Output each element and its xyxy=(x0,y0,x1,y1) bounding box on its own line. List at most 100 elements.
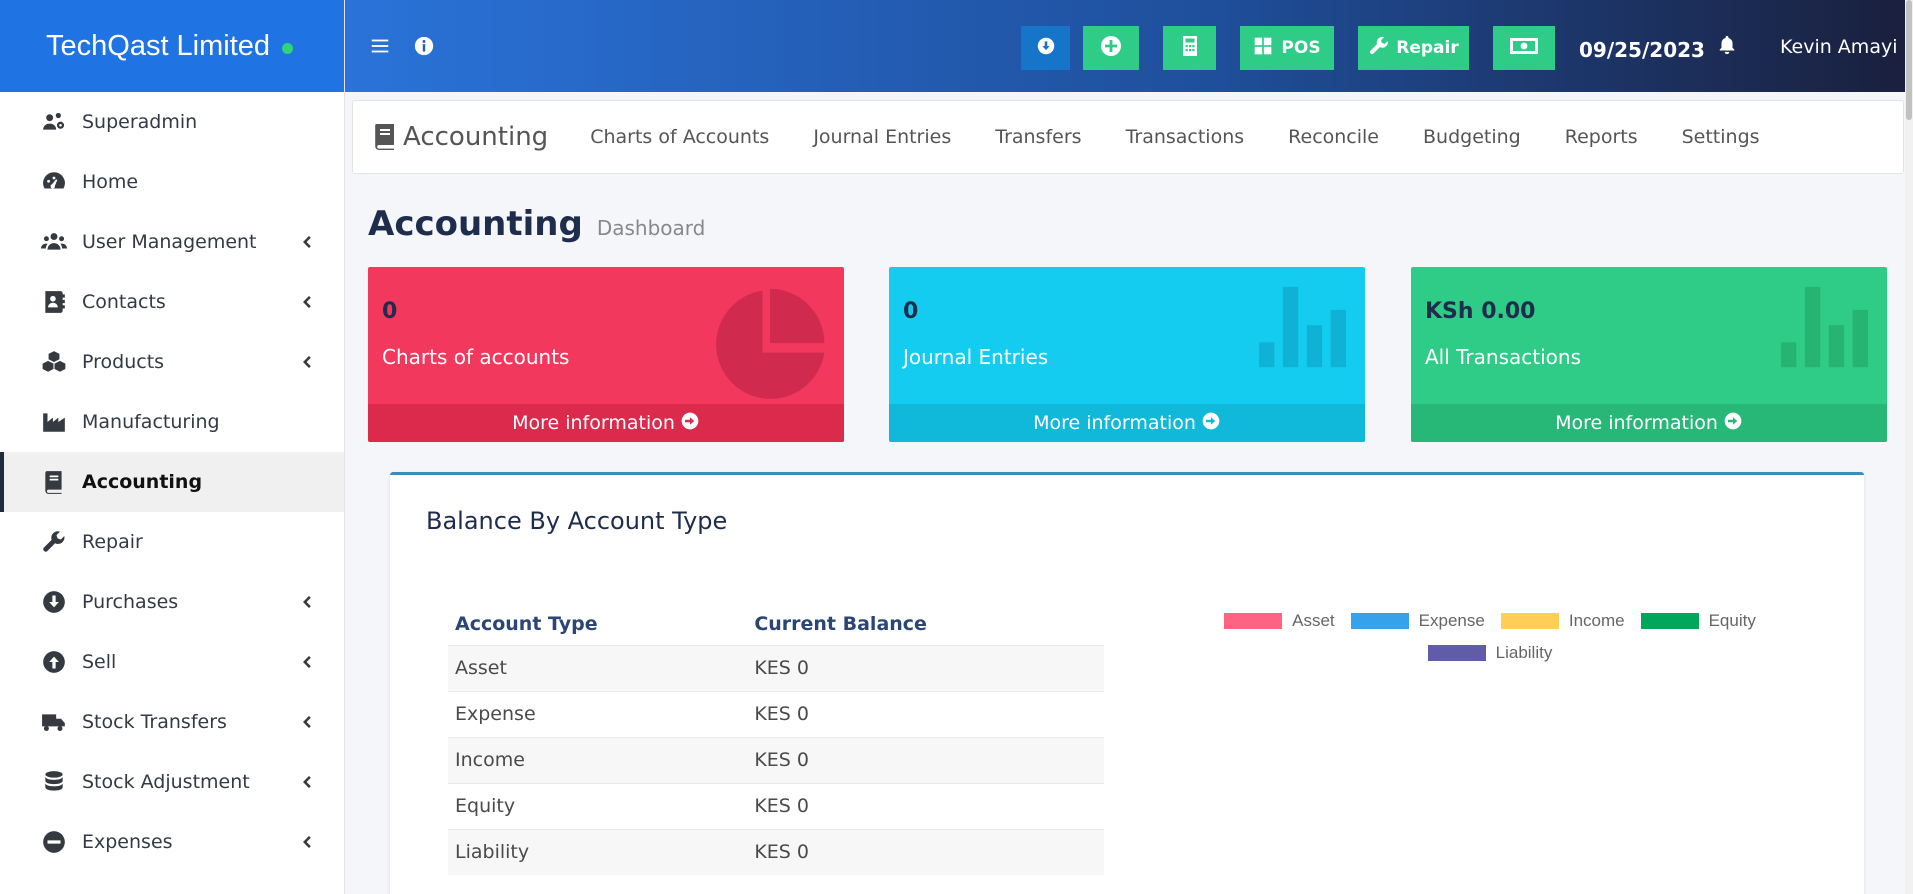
sidebar-item-purchases[interactable]: Purchases xyxy=(0,572,344,632)
sidebar-item-manufacturing[interactable]: Manufacturing xyxy=(0,392,344,452)
more-information-label: More information xyxy=(1033,412,1196,434)
book-icon xyxy=(40,468,68,496)
sidebar-item-contacts[interactable]: Contacts xyxy=(0,272,344,332)
money-bill-icon xyxy=(1509,36,1539,61)
tab-charts-of-accounts[interactable]: Charts of Accounts xyxy=(590,126,769,148)
legend-item-asset[interactable]: Asset xyxy=(1224,611,1335,631)
balance-cell: KES 0 xyxy=(747,736,1104,783)
page-scrollbar[interactable] xyxy=(1905,0,1913,894)
more-information-link[interactable]: More information xyxy=(368,404,844,442)
sidebar-item-home[interactable]: Home xyxy=(0,152,344,212)
pos-button[interactable]: POS xyxy=(1240,26,1334,70)
more-information-link[interactable]: More information xyxy=(1411,404,1887,442)
current-date: 09/25/2023 xyxy=(1579,38,1705,62)
all-transactions-box: KSh 0.00 All Transactions More informati… xyxy=(1411,267,1887,442)
box-value: 0 xyxy=(903,299,919,324)
page-header: Accounting Dashboard xyxy=(368,204,705,244)
chevron-left-icon xyxy=(298,654,314,670)
balance-by-account-type-card: Balance By Account Type Account Type Cur… xyxy=(390,472,1864,894)
tab-reports[interactable]: Reports xyxy=(1565,126,1638,148)
arrow-circle-down-icon xyxy=(40,588,68,616)
sidebar-item-label: Purchases xyxy=(82,591,179,613)
chevron-left-icon xyxy=(298,234,314,250)
sidebar-item-products[interactable]: Products xyxy=(0,332,344,392)
database-icon xyxy=(40,768,68,796)
more-information-link[interactable]: More information xyxy=(889,404,1365,442)
tab-transfers[interactable]: Transfers xyxy=(995,126,1081,148)
chevron-left-icon xyxy=(298,294,314,310)
tachometer-icon xyxy=(40,168,68,196)
page-subtitle: Dashboard xyxy=(596,216,706,240)
legend-swatch xyxy=(1350,613,1409,629)
legend-label: Asset xyxy=(1292,611,1335,630)
sidebar-item-sell[interactable]: Sell xyxy=(0,632,344,692)
brand-logo[interactable]: TechQast Limited xyxy=(0,0,344,92)
add-button[interactable] xyxy=(1083,26,1139,70)
sidebar-item-expenses[interactable]: Expenses xyxy=(0,812,344,872)
info-icon[interactable] xyxy=(413,35,435,57)
sidebar-item-accounting[interactable]: Accounting xyxy=(0,452,344,512)
legend-swatch xyxy=(1427,645,1486,661)
calculator-button[interactable] xyxy=(1163,26,1216,70)
tab-settings[interactable]: Settings xyxy=(1682,126,1760,148)
tab-journal-entries[interactable]: Journal Entries xyxy=(813,126,951,148)
table-header-row: Account Type Current Balance xyxy=(448,603,1104,646)
bar-chart-icon xyxy=(1255,285,1351,376)
sidebar-item-user-management[interactable]: User Management xyxy=(0,212,344,272)
scrollbar-thumb[interactable] xyxy=(1906,0,1912,120)
box-value: KSh 0.00 xyxy=(1425,299,1536,324)
legend-label: Equity xyxy=(1708,611,1756,630)
balance-cell: KES 0 xyxy=(747,782,1104,829)
hamburger-menu-icon[interactable] xyxy=(369,35,391,57)
journal-entries-box: 0 Journal Entries More information xyxy=(889,267,1365,442)
legend-item-equity[interactable]: Equity xyxy=(1640,611,1756,631)
table-row: Equity KES 0 xyxy=(448,782,1104,829)
arrow-circle-right-icon xyxy=(1196,411,1221,436)
users-cog-icon xyxy=(40,108,68,136)
sidebar-menu: Superadmin Home User Management Contacts… xyxy=(0,92,344,872)
sidebar-item-label: Repair xyxy=(82,531,143,553)
download-button[interactable] xyxy=(1021,26,1070,70)
chart-legend: Asset Expense Income Equity Liability xyxy=(1180,611,1800,663)
tab-budgeting[interactable]: Budgeting xyxy=(1423,126,1521,148)
tab-transactions[interactable]: Transactions xyxy=(1126,126,1245,148)
sidebar-item-label: Expenses xyxy=(82,831,173,853)
address-book-icon xyxy=(40,288,68,316)
column-header-account-type: Account Type xyxy=(448,603,748,646)
sidebar-item-label: User Management xyxy=(82,231,257,253)
box-caption: Charts of accounts xyxy=(382,345,570,369)
more-information-label: More information xyxy=(1555,412,1718,434)
book-icon xyxy=(375,124,394,150)
sidebar-item-label: Superadmin xyxy=(82,111,198,133)
pie-chart-icon xyxy=(708,285,830,412)
arrow-circle-up-icon xyxy=(40,648,68,676)
th-large-icon xyxy=(1253,36,1281,61)
repair-button[interactable]: Repair xyxy=(1358,26,1469,70)
sidebar-item-stock-transfers[interactable]: Stock Transfers xyxy=(0,692,344,752)
legend-item-expense[interactable]: Expense xyxy=(1350,611,1485,631)
tab-reconcile[interactable]: Reconcile xyxy=(1288,126,1379,148)
subnav-title[interactable]: Accounting xyxy=(353,122,548,152)
chevron-left-icon xyxy=(298,714,314,730)
user-menu[interactable]: Kevin Amayi xyxy=(1780,36,1897,58)
sidebar-item-superadmin[interactable]: Superadmin xyxy=(0,92,344,152)
box-value: 0 xyxy=(382,299,398,324)
legend-swatch xyxy=(1224,613,1283,629)
balance-cell: KES 0 xyxy=(747,828,1104,875)
accounting-subnav: Accounting Charts of Accounts Journal En… xyxy=(352,100,1904,174)
sidebar-item-stock-adjustment[interactable]: Stock Adjustment xyxy=(0,752,344,812)
cash-register-button[interactable] xyxy=(1493,26,1555,70)
bell-icon[interactable] xyxy=(1716,34,1738,61)
cubes-icon xyxy=(40,348,68,376)
account-type-cell: Income xyxy=(448,736,748,783)
legend-label: Expense xyxy=(1418,611,1485,630)
chevron-left-icon xyxy=(298,594,314,610)
sidebar-item-label: Products xyxy=(82,351,165,373)
legend-item-income[interactable]: Income xyxy=(1500,611,1625,631)
chevron-left-icon xyxy=(298,834,314,850)
sidebar-item-repair[interactable]: Repair xyxy=(0,512,344,572)
sidebar-item-label: Stock Transfers xyxy=(82,711,227,733)
account-type-cell: Asset xyxy=(448,644,748,691)
wrench-icon xyxy=(40,528,68,556)
legend-item-liability[interactable]: Liability xyxy=(1427,643,1552,663)
